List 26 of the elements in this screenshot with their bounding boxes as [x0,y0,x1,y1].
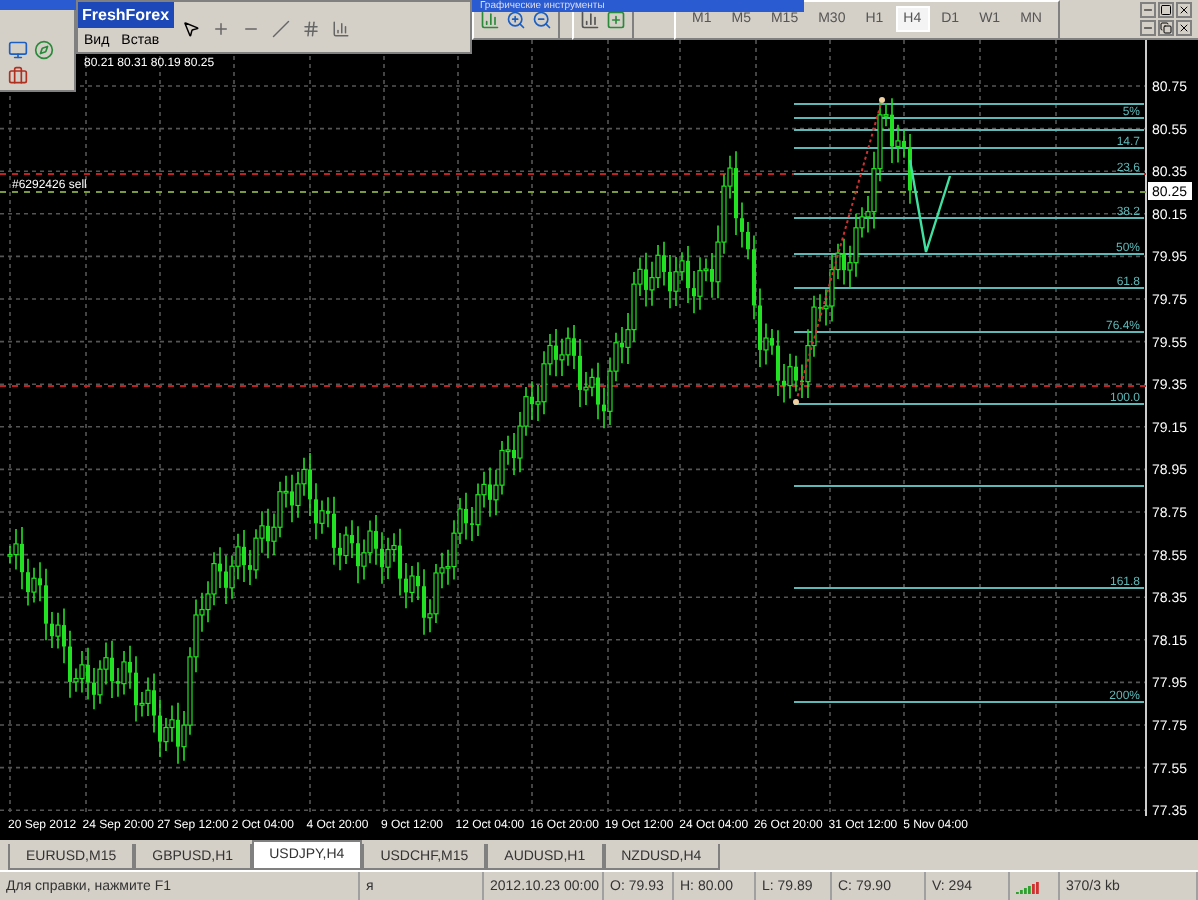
close-icon [1178,22,1190,34]
window-title: FreshForex [78,2,174,28]
briefcase-icon[interactable] [8,66,28,86]
channel-icon[interactable] [302,19,320,37]
restore-button[interactable] [1158,20,1174,36]
panel-titlebar [0,0,76,10]
close-button[interactable] [1176,20,1192,36]
maximize-button[interactable] [1158,2,1174,18]
zigzag-projection-line [908,159,952,254]
maximize-icon [1160,4,1172,16]
compass-icon[interactable] [34,40,54,60]
minimize-button[interactable] [1140,2,1156,18]
window-icon[interactable] [8,40,28,60]
add-indicator-icon[interactable] [606,9,626,29]
anchor-point[interactable] [879,97,885,103]
minimize-button[interactable] [1140,20,1156,36]
connection-meter-icon [1016,878,1040,895]
close-icon [1178,4,1190,16]
restore-icon [1160,22,1172,34]
zoom-in-icon[interactable] [506,9,526,29]
close-button[interactable] [1176,2,1192,18]
trendline-icon[interactable] [272,19,290,37]
anchor-point[interactable] [793,399,799,405]
zoom-out-icon[interactable] [532,9,552,29]
cursor-icon[interactable] [182,19,200,37]
crosshair-icon[interactable] [212,19,230,37]
